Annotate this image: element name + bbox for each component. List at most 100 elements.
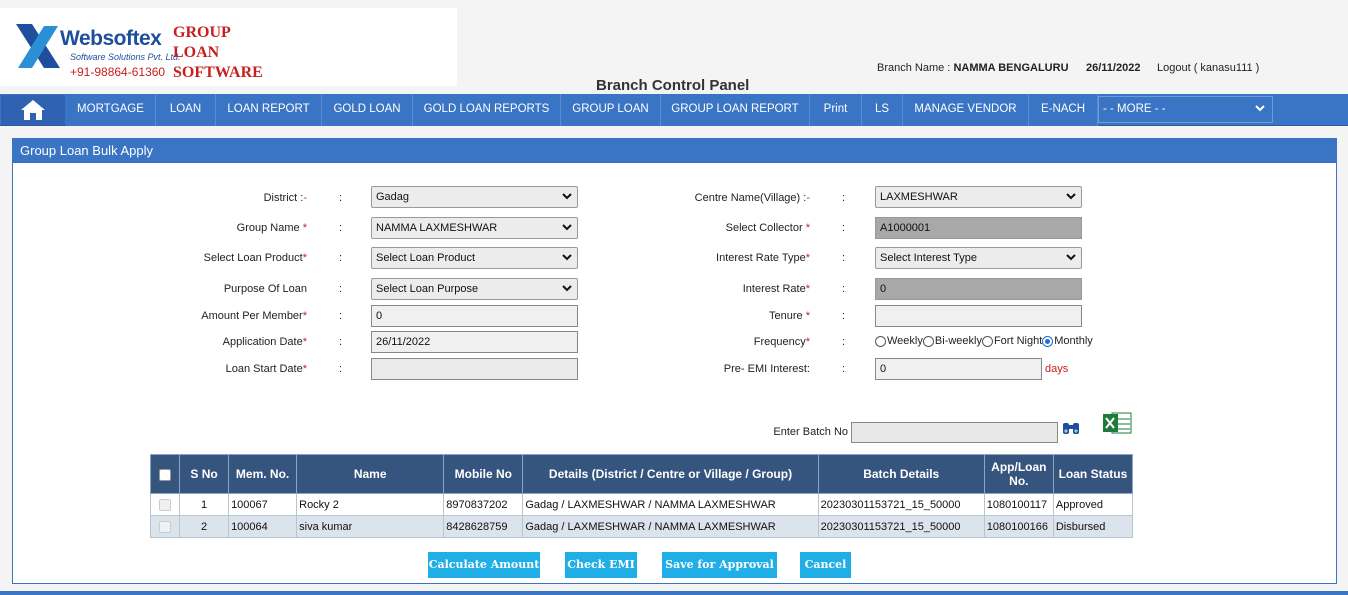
calculate-amount-button[interactable]: Calculate Amount xyxy=(428,552,540,578)
col-mobile: Mobile No xyxy=(443,454,524,494)
home-icon xyxy=(21,100,45,120)
colon: : xyxy=(842,192,846,204)
row-checkbox-cell xyxy=(149,493,181,516)
frequency-biweekly-radio[interactable] xyxy=(922,335,934,347)
pre-emi-input[interactable]: 0 xyxy=(875,358,1042,380)
excel-icon[interactable] xyxy=(1102,411,1132,435)
frequency-fortnight-radio[interactable] xyxy=(981,335,993,347)
more-menu-label: - - MORE - - xyxy=(1103,103,1166,115)
logout-link[interactable]: Logout ( kanasu111 ) xyxy=(1157,62,1259,74)
rate-label: Interest Rate* xyxy=(742,283,810,295)
save-for-approval-button[interactable]: Save for Approval xyxy=(662,552,777,578)
logo-product-line2: LOAN xyxy=(173,44,220,61)
nav-item-group-loan-report[interactable]: GROUP LOAN REPORT xyxy=(661,94,810,126)
purpose-select[interactable]: Select Loan Purpose xyxy=(371,278,578,300)
centre-select[interactable]: LAXMESHWAR xyxy=(875,186,1082,208)
nav-item-loan-report[interactable]: LOAN REPORT xyxy=(216,94,322,126)
nav-item-group-loan[interactable]: GROUP LOAN xyxy=(561,94,661,126)
colon: : xyxy=(842,283,846,295)
purpose-label: Purpose Of Loan xyxy=(223,283,307,295)
current-date: 26/11/2022 xyxy=(1086,62,1141,74)
cell-name: siva kumar xyxy=(296,515,445,538)
frequency-fortnight-label: Fort Night xyxy=(993,335,1043,347)
branch-info: Branch Name : NAMMA BENGALURU xyxy=(877,62,1069,74)
row-checkbox-cell xyxy=(149,515,181,538)
logo: Websoftex Software Solutions Pvt. Ltd. +… xyxy=(0,8,457,86)
amount-input[interactable]: 0 xyxy=(371,305,578,327)
cell-name: Rocky 2 xyxy=(296,493,445,516)
batch-label: Enter Batch No xyxy=(773,426,848,438)
members-table: S No Mem. No. Name Mobile No Details (Di… xyxy=(149,454,1134,538)
nav-item-manage-vendor[interactable]: MANAGE VENDOR xyxy=(903,94,1029,126)
cell-sno: 1 xyxy=(179,493,230,516)
cell-status: Disbursed xyxy=(1052,515,1134,538)
binoculars-icon[interactable] xyxy=(1062,419,1080,437)
frequency-weekly-radio[interactable] xyxy=(875,335,886,347)
more-menu-select[interactable]: - - MORE - - xyxy=(1098,96,1273,123)
colon: : xyxy=(842,252,846,264)
panel-title: Branch Control Panel xyxy=(596,77,750,94)
frequency-biweekly-label: Bi-weekly xyxy=(934,335,982,347)
nav-item-loan[interactable]: LOAN xyxy=(156,94,216,126)
nav-item-ls[interactable]: LS xyxy=(862,94,903,126)
logo-product-line1: GROUP xyxy=(173,24,231,41)
loan-product-select[interactable]: Select Loan Product xyxy=(371,247,578,269)
chevron-down-icon xyxy=(562,285,572,292)
col-details: Details (District / Centre or Village / … xyxy=(522,454,819,494)
frequency-weekly-label: Weekly xyxy=(887,335,923,347)
colon: : xyxy=(339,363,343,375)
cell-sno: 2 xyxy=(179,515,230,538)
nav-item-gold-loan[interactable]: GOLD LOAN xyxy=(322,94,413,126)
row-checkbox[interactable] xyxy=(159,498,171,511)
col-sno: S No xyxy=(179,454,230,494)
colon: : xyxy=(842,310,846,322)
colon: : xyxy=(339,222,343,234)
footer-bar xyxy=(0,591,1348,595)
nav-item-print[interactable]: Print xyxy=(810,94,862,126)
tenure-label: Tenure * xyxy=(769,310,810,322)
nav-item-gold-loan-reports[interactable]: GOLD LOAN REPORTS xyxy=(413,94,561,126)
tenure-input[interactable] xyxy=(875,305,1082,327)
chevron-down-icon xyxy=(562,254,572,261)
cell-mobile: 8970837202 xyxy=(443,493,524,516)
check-emi-button[interactable]: Check EMI xyxy=(565,552,637,578)
group-name-label: Group Name * xyxy=(236,222,307,234)
frequency-monthly-radio[interactable] xyxy=(1042,335,1054,347)
branch-name: NAMMA BENGALURU xyxy=(953,62,1069,74)
chevron-down-icon xyxy=(1066,193,1076,200)
select-all-checkbox[interactable] xyxy=(159,468,171,481)
nav-item-mortgage[interactable]: MORTGAGE xyxy=(66,94,156,126)
logo-product: GROUP LOAN SOFTWARE xyxy=(173,23,263,83)
rate-type-label: Interest Rate Type* xyxy=(716,252,810,264)
nav-item-e-nach[interactable]: E-NACH xyxy=(1029,94,1098,126)
start-date-label: Loan Start Date* xyxy=(225,363,307,375)
row-checkbox[interactable] xyxy=(159,520,171,533)
chevron-down-icon xyxy=(1066,254,1076,261)
group-name-select[interactable]: NAMMA LAXMESHWAR xyxy=(371,217,578,239)
collector-label: Select Collector * xyxy=(725,222,810,234)
col-name: Name xyxy=(296,454,445,494)
cell-mem-no: 100064 xyxy=(228,515,298,538)
collector-field: A1000001 xyxy=(875,217,1082,239)
app-date-label: Application Date* xyxy=(222,336,307,348)
cell-batch: 20230301153721_15_50000 xyxy=(817,515,985,538)
amount-label: Amount Per Member* xyxy=(201,310,307,322)
cell-mem-no: 100067 xyxy=(228,493,298,516)
table-row: 1 100067 Rocky 2 8970837202 Gadag / LAXM… xyxy=(149,493,1134,516)
cell-app-no: 1080100166 xyxy=(983,515,1054,538)
app-date-input[interactable]: 26/11/2022 xyxy=(371,331,578,353)
select-all-header xyxy=(149,454,181,494)
colon: : xyxy=(842,222,846,234)
cell-app-no: 1080100117 xyxy=(983,493,1054,516)
logo-phone: +91-98864-61360 xyxy=(70,65,166,79)
district-select[interactable]: Gadag xyxy=(371,186,578,208)
branch-label: Branch Name : xyxy=(877,62,951,74)
start-date-input[interactable] xyxy=(371,358,578,380)
cancel-button[interactable]: Cancel xyxy=(800,552,851,578)
batch-input[interactable] xyxy=(851,422,1058,443)
colon: : xyxy=(339,283,343,295)
nav-home[interactable] xyxy=(1,95,65,125)
panel-heading: Group Loan Bulk Apply xyxy=(13,139,1336,163)
rate-type-select[interactable]: Select Interest Type xyxy=(875,247,1082,269)
logo-x-icon xyxy=(16,24,60,68)
